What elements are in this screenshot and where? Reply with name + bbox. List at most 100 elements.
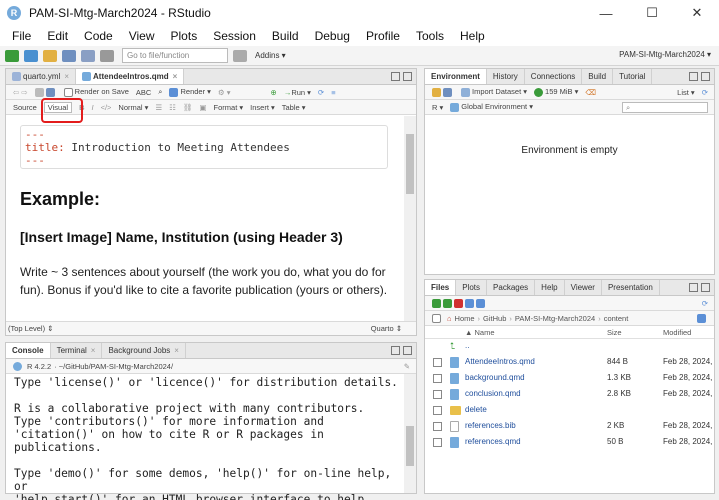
load-workspace-icon[interactable] [432,87,441,97]
new-blank-file-icon[interactable] [443,298,452,308]
save-icon[interactable] [45,87,55,97]
tab-packages[interactable]: Packages [487,280,536,295]
menu-plots[interactable]: Plots [163,29,206,43]
menu-file[interactable]: File [4,29,39,43]
scope-dropdown[interactable]: Global Environment ▾ [450,102,533,112]
table-row[interactable]: conclusion.qmd 2.8 KB Feb 28, 2024, [425,387,717,403]
row-checkbox[interactable] [433,390,442,399]
tab-files[interactable]: Files [425,280,457,295]
console-output[interactable]: Type 'license()' or 'licence()' for dist… [14,376,406,500]
insert-chunk-icon[interactable]: ⊕ [271,88,277,97]
tab-viewer[interactable]: Viewer [565,280,602,295]
file-name[interactable]: AttendeeIntros.qmd [465,357,535,366]
row-checkbox[interactable] [433,374,442,383]
goto-file-input[interactable]: Go to file/function [122,48,228,63]
block-format-dropdown[interactable]: Normal ▾ [118,103,148,112]
source-mode-button[interactable]: Source [13,103,37,112]
minimize-pane-icon[interactable] [391,72,400,81]
search-icon[interactable]: ⌕ [158,87,162,97]
delete-icon[interactable] [454,298,463,308]
bullet-list-icon[interactable]: ☰ [155,103,162,112]
editor-scroll-thumb[interactable] [406,134,414,194]
tab-history[interactable]: History [487,69,525,84]
run-button[interactable]: →Run ▾ [284,88,311,97]
menu-help[interactable]: Help [452,29,493,43]
table-row[interactable]: delete [425,403,717,419]
minimize-pane-icon[interactable] [689,283,698,292]
tab-tutorial[interactable]: Tutorial [613,69,653,84]
close-tab-icon[interactable]: × [173,72,178,81]
table-row[interactable]: references.qmd 50 B Feb 28, 2024, [425,435,717,451]
italic-button[interactable]: I [91,103,93,112]
render-button[interactable]: Render ▾ [169,87,211,97]
maximize-pane-icon[interactable] [403,72,412,81]
table-menu[interactable]: Table ▾ [282,103,306,112]
environment-search-input[interactable]: ⌕ [622,101,708,113]
row-checkbox[interactable] [433,406,442,415]
grid-layout-icon[interactable] [233,49,247,62]
outline-icon[interactable]: ≡ [331,88,335,97]
tab-plots[interactable]: Plots [456,280,488,295]
console-scrollbar[interactable] [404,374,416,493]
editor-scrollbar[interactable] [404,116,416,321]
tab-console[interactable]: Console [6,343,51,358]
close-tab-icon[interactable]: × [174,346,179,355]
project-menu[interactable]: PAM-SI-Mtg-March2024 ▾ [619,50,711,59]
maximize-button[interactable]: ☐ [630,0,674,26]
row-checkbox[interactable] [433,438,442,447]
refresh-icon[interactable]: ⟳ [702,299,708,308]
heading-insert-image[interactable]: [Insert Image] Name, Institution (using … [20,229,343,245]
menu-build[interactable]: Build [264,29,307,43]
document-type[interactable]: Quarto ⇕ [371,324,402,333]
minimize-button[interactable]: — [584,0,628,26]
refresh-icon[interactable]: ⟳ [702,88,708,97]
table-row[interactable]: AttendeeIntros.qmd 844 B Feb 28, 2024, [425,355,717,371]
visual-editor-content[interactable]: --- title: Introduction to Meeting Atten… [20,125,396,321]
open-file-icon[interactable] [43,49,57,62]
broom-icon[interactable]: ⌫ [585,88,596,97]
paragraph-instructions[interactable]: Write ~ 3 sentences about yourself (the … [20,263,390,299]
maximize-pane-icon[interactable] [701,283,710,292]
save-icon[interactable] [62,49,76,62]
tab-environment[interactable]: Environment [425,69,487,84]
spellcheck-icon[interactable]: ABC [136,88,151,97]
maximize-pane-icon[interactable] [701,72,710,81]
maximize-pane-icon[interactable] [403,346,412,355]
save-all-icon[interactable] [81,49,95,62]
link-icon[interactable]: ⛓ [183,103,193,112]
file-name[interactable]: references.qmd [465,437,521,446]
minimize-pane-icon[interactable] [689,72,698,81]
column-size[interactable]: Size [607,328,622,337]
rerun-icon[interactable]: ⟳ [318,88,324,97]
menu-session[interactable]: Session [205,29,264,43]
console-scroll-thumb[interactable] [406,426,414,466]
rename-icon[interactable] [465,298,474,308]
row-checkbox[interactable] [433,422,442,431]
save-workspace-icon[interactable] [443,87,452,97]
import-dataset-button[interactable]: Import Dataset ▾ [461,87,527,97]
tab-presentation[interactable]: Presentation [602,280,660,295]
breadcrumb-home[interactable]: Home [455,314,475,323]
settings-gear-icon[interactable]: ⚙ ▾ [218,88,231,97]
file-name[interactable]: delete [465,405,487,414]
memory-usage[interactable]: 159 MiB ▾ [534,87,578,97]
file-name[interactable]: references.bib [465,421,516,430]
tab-attendee-intros[interactable]: AttendeeIntros.qmd × [76,69,185,84]
tab-quarto-yml[interactable]: quarto.yml × [6,69,77,84]
table-row[interactable]: references.bib 2 KB Feb 28, 2024, [425,419,717,435]
yaml-header[interactable]: --- title: Introduction to Meeting Atten… [20,125,388,169]
working-directory[interactable]: · ~/GitHub/PAM-SI-Mtg-March2024/ [54,362,173,371]
tab-help[interactable]: Help [535,280,565,295]
language-dropdown[interactable]: R ▾ [432,103,443,112]
menu-tools[interactable]: Tools [408,29,452,43]
column-name[interactable]: ▲ Name [465,328,495,337]
tab-connections[interactable]: Connections [525,69,583,84]
outline-level[interactable]: (Top Level) ⇕ [8,324,53,333]
back-arrow-icon[interactable]: ⇦ ⇨ [13,88,28,97]
view-mode-dropdown[interactable]: List ▾ [677,88,695,97]
render-on-save-checkbox[interactable]: Render on Save [63,87,129,97]
menu-profile[interactable]: Profile [358,29,408,43]
numbered-list-icon[interactable]: ☷ [169,103,176,112]
parent-directory-row[interactable]: ⮤ .. [425,339,717,355]
home-icon[interactable]: ⌂ [447,314,452,323]
